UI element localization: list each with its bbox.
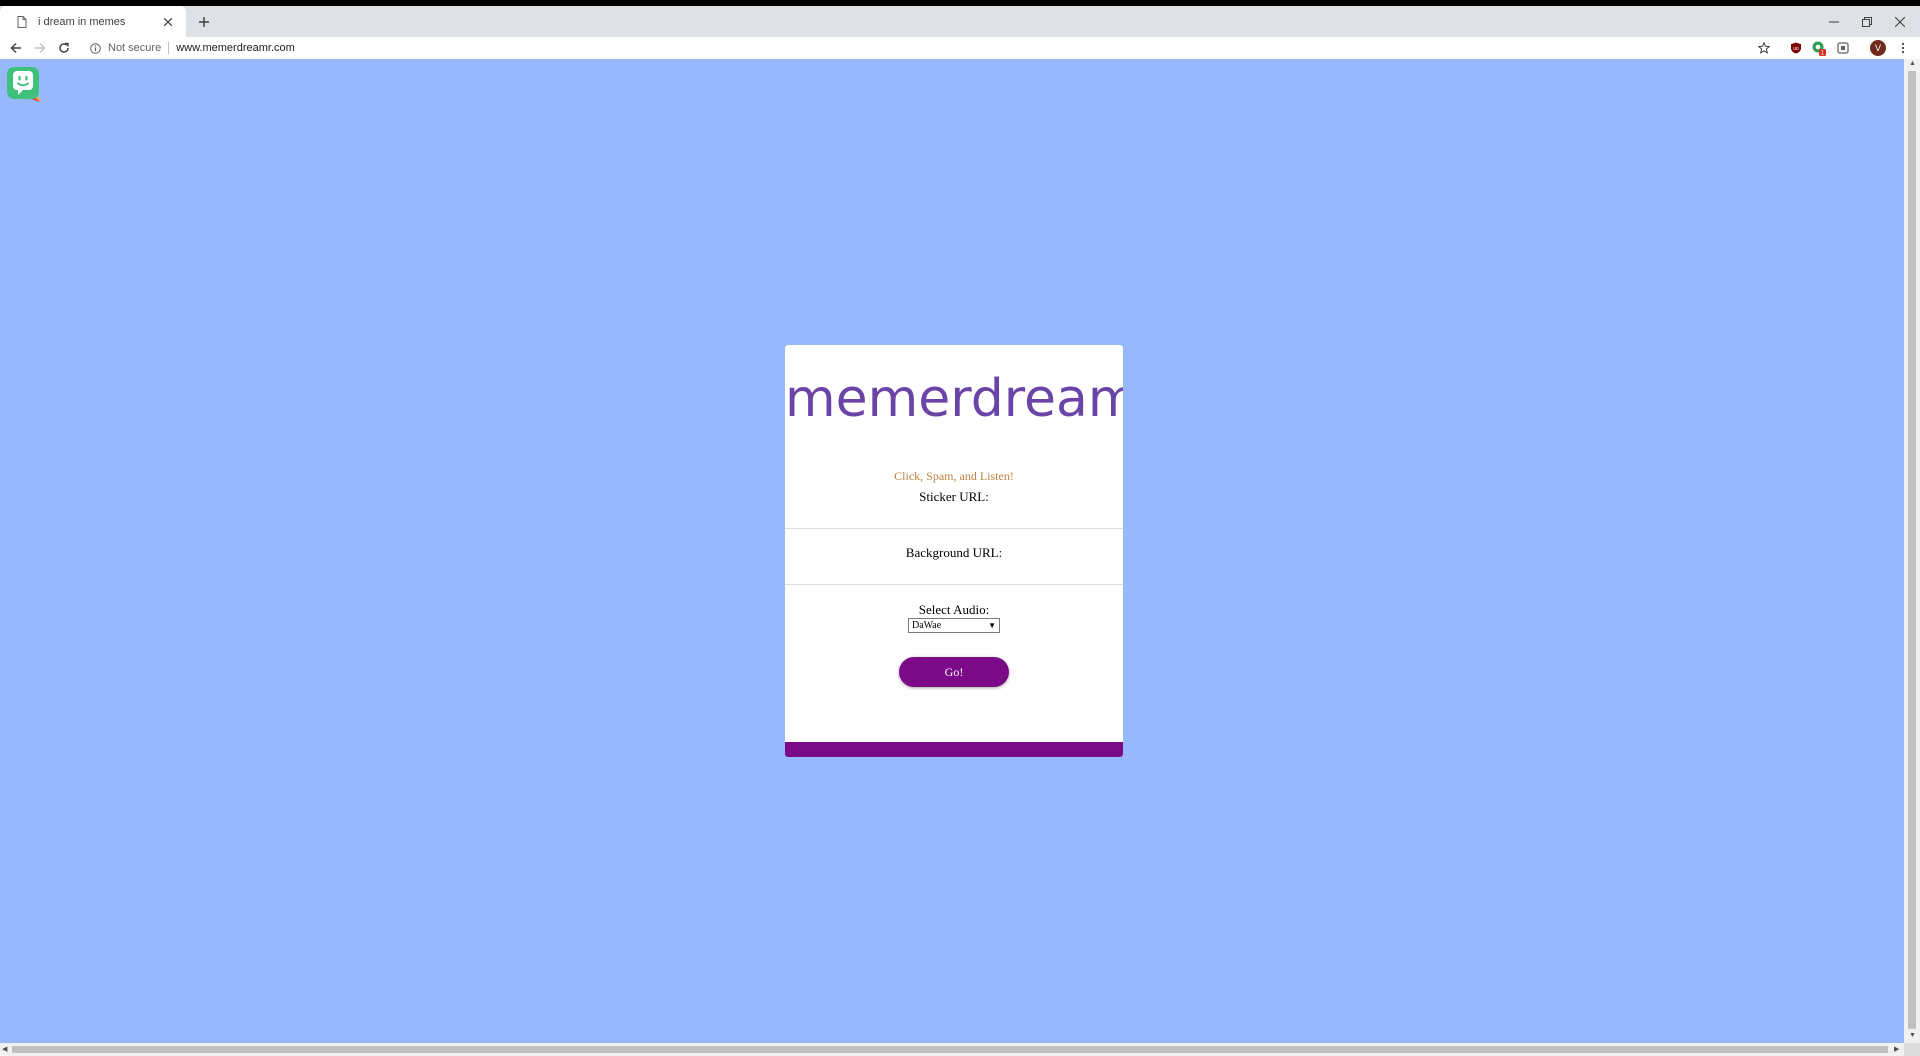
vertical-scroll-thumb[interactable] — [1908, 71, 1916, 1029]
horizontal-scroll-thumb[interactable] — [12, 1046, 1888, 1053]
info-icon[interactable] — [88, 41, 102, 55]
scroll-up-icon[interactable]: ▲ — [1909, 60, 1916, 67]
go-button[interactable]: Go! — [899, 657, 1009, 687]
scroll-left-icon[interactable]: ◀ — [2, 1045, 7, 1053]
vertical-scrollbar[interactable]: ▲ ▼ — [1904, 59, 1920, 1043]
meme-form-card: memerdreamr Click, Spam, and Listen! Sti… — [785, 345, 1123, 757]
site-logo: memerdreamr — [785, 369, 1123, 429]
horizontal-scrollbar[interactable]: ◀ ▶ — [0, 1043, 1904, 1056]
scroll-down-icon[interactable]: ▼ — [1909, 1032, 1916, 1039]
browser-toolbar: Not secure www.memerdreamr.com uo 1 V — [0, 37, 1920, 59]
tab-bar: i dream in memes — [0, 6, 1920, 37]
sticker-url-input[interactable] — [785, 505, 1123, 529]
audio-select[interactable]: DaWae ▼ — [908, 618, 1000, 633]
scrollbar-corner — [1904, 1043, 1920, 1056]
tagline: Click, Spam, and Listen! — [894, 469, 1014, 483]
extension-puzzle-icon[interactable] — [1834, 39, 1852, 57]
menu-dots-icon[interactable] — [1894, 39, 1912, 57]
select-audio-label: Select Audio: — [918, 602, 990, 617]
extension-badge-icon[interactable]: 1 — [1810, 39, 1828, 57]
address-bar[interactable]: Not secure www.memerdreamr.com — [82, 37, 1780, 59]
new-tab-button[interactable] — [194, 12, 214, 32]
card-footer-bar — [785, 742, 1123, 757]
browser-tab[interactable]: i dream in memes — [0, 6, 186, 37]
audio-select-value: DaWae — [912, 620, 942, 631]
forward-button[interactable] — [30, 38, 50, 58]
profile-avatar[interactable]: V — [1870, 40, 1886, 56]
dropdown-arrow-icon: ▼ — [988, 621, 996, 630]
tab-title: i dream in memes — [38, 15, 126, 28]
divider — [168, 42, 170, 54]
background-url-label: Background URL: — [905, 545, 1003, 560]
back-button[interactable] — [6, 38, 26, 58]
security-status: Not secure — [108, 42, 162, 54]
url-text[interactable]: www.memerdreamr.com — [176, 42, 295, 54]
svg-text:uo: uo — [1793, 46, 1799, 52]
sticker-url-label: Sticker URL: — [919, 489, 989, 504]
bitmoji-extension-icon[interactable] — [6, 66, 42, 102]
close-window-button[interactable] — [1880, 6, 1920, 37]
ublock-extension-icon[interactable]: uo — [1787, 39, 1805, 57]
page-viewport: memerdreamr Click, Spam, and Listen! Sti… — [0, 59, 1904, 1043]
background-url-input[interactable] — [785, 561, 1123, 585]
page-icon — [14, 14, 30, 30]
scroll-right-icon[interactable]: ▶ — [1894, 1045, 1899, 1053]
reload-button[interactable] — [54, 38, 74, 58]
bookmark-star-icon[interactable] — [1755, 39, 1773, 57]
close-icon[interactable] — [160, 14, 176, 30]
